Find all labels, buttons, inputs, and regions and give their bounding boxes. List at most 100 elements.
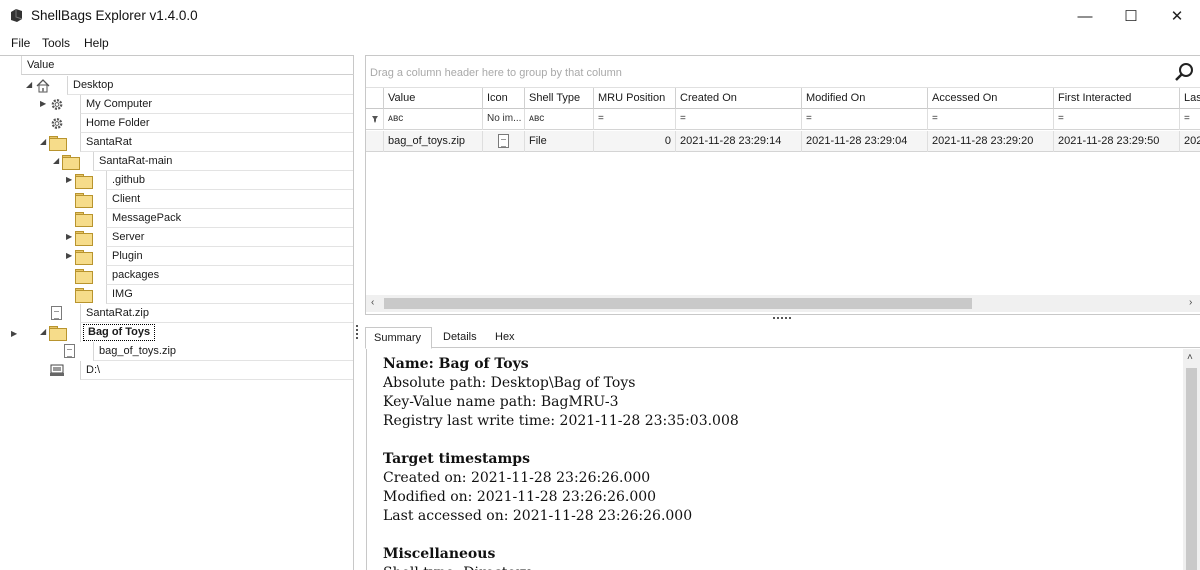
expand-icon[interactable]: ▶ (40, 100, 48, 108)
folder-icon (75, 287, 93, 303)
filter-value[interactable]: ᴀʙc (383, 109, 482, 130)
column-header-shell-type[interactable]: Shell Type (524, 88, 593, 109)
filter-row: ᴀʙc No im... ᴀʙc = = = = = = (366, 109, 1200, 130)
column-header-last[interactable]: Las (1179, 88, 1200, 109)
expand-icon[interactable]: ▶ (66, 252, 74, 260)
folder-icon (75, 211, 93, 227)
tree-item-label: MessagePack (112, 212, 182, 224)
column-header-modified-on[interactable]: Modified On (801, 88, 927, 109)
tree-item-my-computer[interactable]: ▶ My Computer (0, 95, 353, 114)
cell-shell-type: File (529, 135, 547, 147)
file-icon (49, 306, 65, 321)
summary-name: Name: Bag of Toys (383, 356, 529, 372)
column-header-icon[interactable]: Icon (482, 88, 524, 109)
tree-item-bag-of-toys-zip[interactable]: bag_of_toys.zip (0, 342, 353, 361)
group-by-panel[interactable]: Drag a column header here to group by th… (366, 56, 1200, 88)
summary-created: Created on: 2021-11-28 23:26:26.000 (383, 470, 651, 486)
menu-file[interactable]: File (11, 36, 30, 50)
tab-hex[interactable]: Hex (487, 327, 527, 348)
tree-item-packages[interactable]: packages (0, 266, 353, 285)
window-title: ShellBags Explorer v1.4.0.0 (31, 8, 198, 23)
tree-item-label: IMG (112, 288, 133, 300)
tree-item-label: Desktop (73, 79, 114, 91)
tree-item-img[interactable]: IMG (0, 285, 353, 304)
summary-registry-write-time: Registry last write time: 2021-11-28 23:… (383, 413, 739, 429)
pin-icon (372, 116, 378, 123)
tree-item-santarat-main[interactable]: ◢ SantaRat-main (0, 152, 353, 171)
horizontal-splitter-handle[interactable] (773, 317, 793, 320)
tree-item-label: SantaRat.zip (86, 307, 149, 319)
column-header-mru-position[interactable]: MRU Position (593, 88, 675, 109)
tab-summary[interactable]: Summary (365, 327, 432, 349)
scrollbar-thumb[interactable] (384, 298, 972, 309)
vertical-splitter-handle[interactable] (356, 325, 359, 341)
tree-pane: Value ◢ Desktop ▶ My Computer Home Folde… (0, 55, 354, 570)
collapse-icon[interactable]: ◢ (53, 157, 61, 165)
filter-last[interactable]: = (1179, 109, 1200, 130)
tree-item-drive-d[interactable]: D:\ (0, 361, 353, 380)
cell-mru-position: 0 (664, 135, 671, 147)
folder-icon (75, 249, 93, 265)
collapse-icon[interactable]: ◢ (40, 328, 48, 336)
folder-icon (49, 135, 67, 151)
tree-item-label: D:\ (86, 364, 101, 376)
summary-misc-heading: Miscellaneous (383, 546, 496, 562)
summary-shell-type: Shell type: Directory (383, 564, 739, 570)
tree-item-santarat-zip[interactable]: SantaRat.zip (0, 304, 353, 323)
close-button[interactable]: ✕ (1154, 0, 1200, 32)
scrollbar-thumb[interactable] (1186, 368, 1197, 570)
expand-icon[interactable]: ▶ (66, 233, 74, 241)
tree-item-santarat[interactable]: ◢ SantaRat (0, 133, 353, 152)
tree-column-header[interactable]: Value (21, 56, 354, 75)
filter-shell-type[interactable]: ᴀʙc (524, 109, 593, 130)
tree-item-messagepack[interactable]: MessagePack (0, 209, 353, 228)
filter-icon[interactable]: No im... (482, 109, 524, 130)
filter-accessed-on[interactable]: = (927, 109, 1053, 130)
tree-item-desktop[interactable]: ◢ Desktop (0, 76, 353, 95)
tree-item-home-folder[interactable]: Home Folder (0, 114, 353, 133)
horizontal-scrollbar[interactable]: ‹ › (366, 295, 1200, 312)
tree-item-label: packages (112, 269, 160, 281)
folder-icon (49, 325, 67, 341)
scroll-right-icon[interactable]: › (1189, 297, 1192, 308)
vertical-scrollbar[interactable]: ˄ (1183, 349, 1200, 570)
summary-panel: Name: Bag of Toys Absolute path: Desktop… (366, 349, 1200, 570)
column-header-first-interacted[interactable]: First Interacted (1053, 88, 1179, 109)
menu-tools[interactable]: Tools (42, 36, 70, 50)
minimize-button[interactable]: — (1062, 0, 1108, 32)
tree-item-client[interactable]: Client (0, 190, 353, 209)
tree-item-plugin[interactable]: ▶ Plugin (0, 247, 353, 266)
scroll-left-icon[interactable]: ‹ (371, 297, 374, 308)
table-row[interactable]: bag_of_toys.zip File 0 2021-11-28 23:29:… (366, 131, 1200, 152)
tree-header-label: Value (27, 59, 55, 71)
search-icon[interactable] (1174, 62, 1194, 82)
tree-item-github[interactable]: ▶ .github (0, 171, 353, 190)
home-icon (36, 79, 50, 93)
cell-value: bag_of_toys.zip (388, 135, 466, 147)
column-header-value[interactable]: Value (383, 88, 482, 109)
tree-item-bag-of-toys[interactable]: ▶ ◢ Bag of Toys (0, 323, 353, 342)
tree-item-label: bag_of_toys.zip (99, 345, 177, 357)
scroll-up-icon[interactable]: ˄ (1187, 352, 1193, 363)
filter-mru-position[interactable]: = (593, 109, 675, 130)
maximize-button[interactable]: ☐ (1108, 0, 1154, 32)
menu-help[interactable]: Help (84, 36, 109, 50)
file-icon (62, 344, 78, 359)
gear-icon (51, 99, 63, 110)
filter-first-interacted[interactable]: = (1053, 109, 1179, 130)
column-header-created-on[interactable]: Created On (675, 88, 801, 109)
tab-details[interactable]: Details (435, 327, 483, 348)
collapse-icon[interactable]: ◢ (40, 138, 48, 146)
column-header-accessed-on[interactable]: Accessed On (927, 88, 1053, 109)
cell-last: 202 (1184, 135, 1200, 147)
tree-item-label: Home Folder (86, 117, 150, 129)
title-bar: ShellBags Explorer v1.4.0.0 — ☐ ✕ (0, 0, 1200, 32)
expand-icon[interactable]: ▶ (66, 176, 74, 184)
summary-modified: Modified on: 2021-11-28 23:26:26.000 (383, 489, 657, 505)
collapse-icon[interactable]: ◢ (26, 81, 34, 89)
filter-modified-on[interactable]: = (801, 109, 927, 130)
cell-created-on: 2021-11-28 23:29:14 (680, 135, 782, 147)
folder-icon (62, 154, 80, 170)
filter-created-on[interactable]: = (675, 109, 801, 130)
tree-item-server[interactable]: ▶ Server (0, 228, 353, 247)
